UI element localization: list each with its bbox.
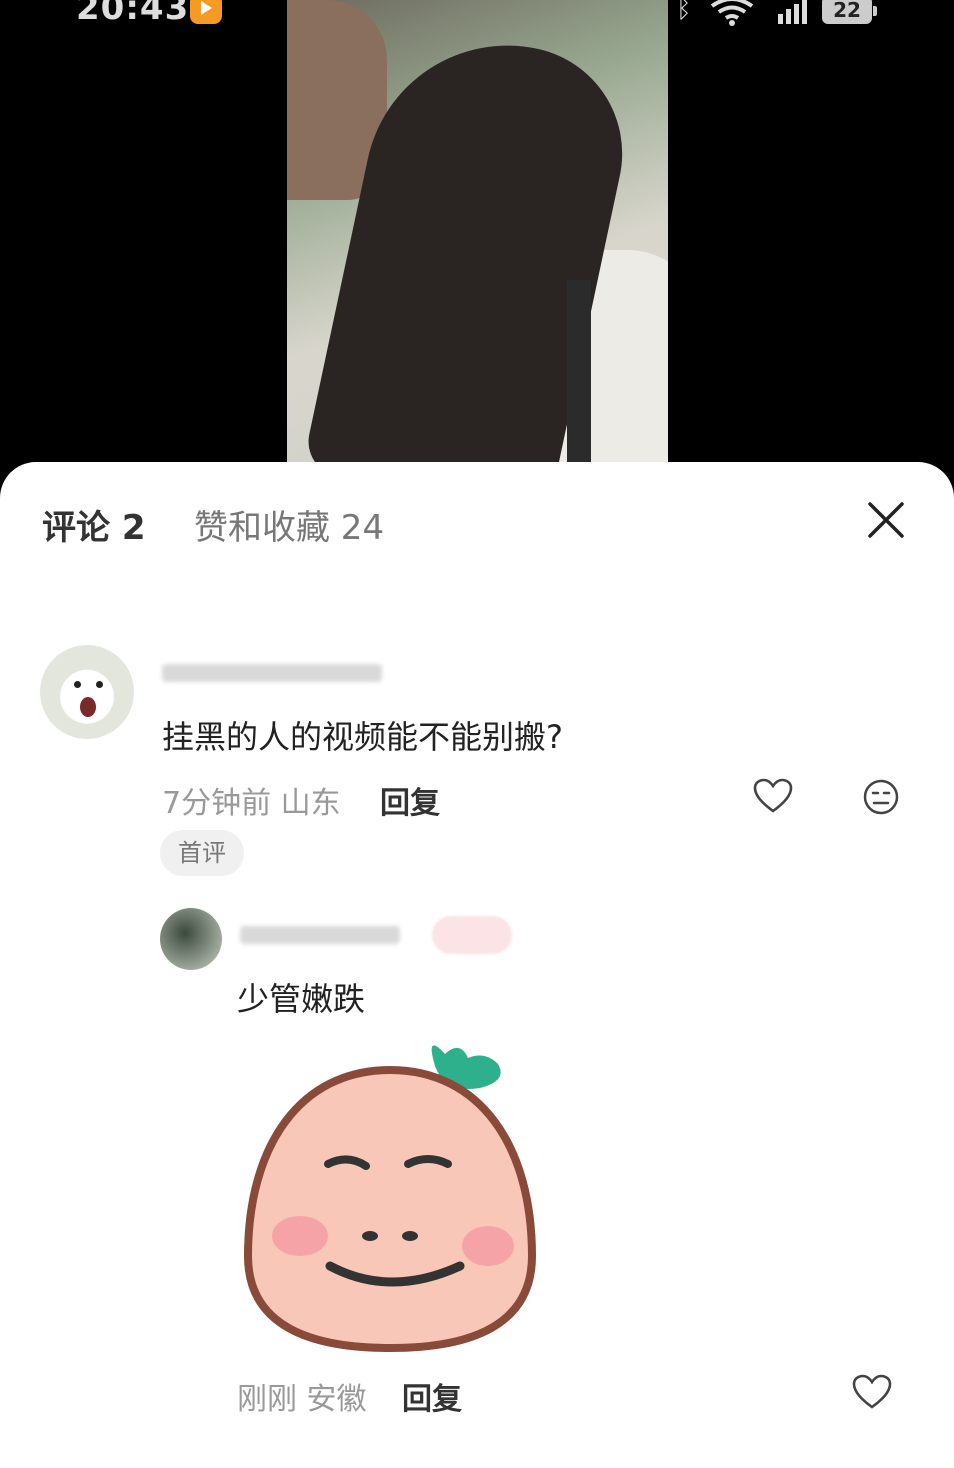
comment-meta: 7分钟前 山东 <box>162 786 341 821</box>
first-comment-badge: 首评 <box>160 830 244 876</box>
avatar-eye <box>96 681 103 688</box>
dislike-face-icon[interactable] <box>862 778 900 816</box>
reply-button[interactable]: 回复 <box>380 778 440 822</box>
comment-text: 挂黑的人的视频能不能别搬? <box>162 718 563 756</box>
signal-5g-icon <box>778 0 807 24</box>
heart-icon[interactable] <box>852 1374 892 1410</box>
author-tag <box>432 916 512 954</box>
avatar-eye <box>74 681 81 688</box>
avatar-mouth <box>80 697 96 717</box>
reply-text: 少管嫩跌 <box>237 980 366 1018</box>
status-time: 20:43 <box>76 0 190 28</box>
video-figure-strap <box>567 280 591 462</box>
app-icon <box>190 0 222 24</box>
tab-comments[interactable]: 评论 2 <box>42 500 146 549</box>
wifi-icon <box>710 0 754 26</box>
reply-meta: 刚刚 安徽 <box>237 1382 367 1417</box>
close-icon[interactable] <box>866 500 906 540</box>
bluetooth-icon: ᛒ <box>676 0 692 24</box>
avatar[interactable] <box>40 645 134 739</box>
username-blurred[interactable] <box>240 926 400 944</box>
username-blurred[interactable] <box>162 664 382 682</box>
battery-indicator: 22 <box>822 0 877 24</box>
tab-likes-favorites[interactable]: 赞和收藏 24 <box>194 500 384 549</box>
reply-button[interactable]: 回复 <box>402 1374 462 1418</box>
video-player[interactable] <box>287 0 668 462</box>
avatar[interactable] <box>160 908 222 970</box>
heart-icon[interactable] <box>753 778 793 814</box>
peach-face-sticker <box>243 1045 537 1353</box>
